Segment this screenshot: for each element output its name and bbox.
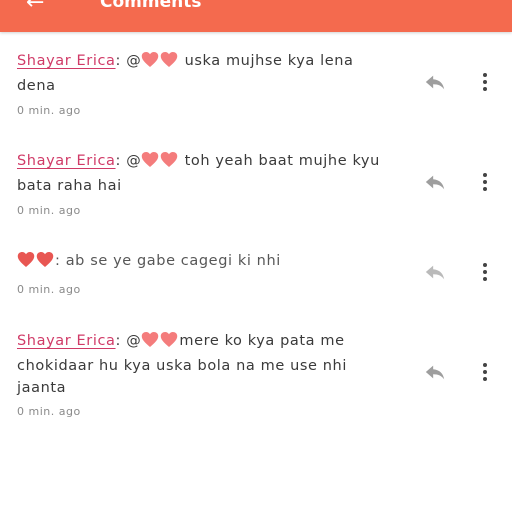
heart-icon [141, 51, 159, 68]
hearts-emoji [141, 151, 179, 175]
comment-timestamp: 0 min. ago [17, 405, 81, 418]
hearts-emoji [141, 331, 179, 355]
comment-author-link[interactable]: Shayar Erica [17, 53, 116, 69]
comment-author-link[interactable]: Shayar Erica [17, 153, 116, 169]
hearts-emoji [17, 251, 55, 275]
comment-text-block: Shayar Erica: @ uska mujhse kya lena den… [17, 50, 397, 97]
heart-icon [17, 251, 35, 268]
heart-icon [141, 331, 159, 348]
heart-icon [36, 251, 54, 268]
app-bar: ← Comments [0, 0, 512, 32]
comment-timestamp: 0 min. ago [17, 204, 81, 217]
hearts-emoji [141, 51, 179, 75]
reply-icon[interactable] [424, 72, 446, 92]
heart-icon [160, 151, 178, 168]
mention-symbol: @ [126, 153, 142, 169]
author-separator: : [115, 53, 122, 69]
reply-icon[interactable] [424, 172, 446, 192]
comment-timestamp: 0 min. ago [17, 283, 81, 296]
more-options-icon[interactable] [480, 173, 490, 195]
author-separator: : [115, 153, 122, 169]
heart-icon [160, 51, 178, 68]
more-options-icon[interactable] [480, 363, 490, 385]
reply-icon[interactable] [424, 262, 446, 282]
comment-text-block: Shayar Erica: @ toh yeah baat mujhe kyu … [17, 150, 397, 197]
arrow-left-icon[interactable]: ← [26, 0, 44, 15]
author-separator: : [115, 333, 122, 349]
comment-message: : ab se ye gabe cagegi ki nhi [55, 253, 281, 269]
reply-icon[interactable] [424, 362, 446, 382]
heart-icon [160, 331, 178, 348]
comment-text-block: : ab se ye gabe cagegi ki nhi [17, 250, 397, 275]
comment-text-block: Shayar Erica: @ mere ko kya pata me chok… [17, 330, 397, 399]
more-options-icon[interactable] [480, 73, 490, 95]
comment-timestamp: 0 min. ago [17, 104, 81, 117]
heart-icon [141, 151, 159, 168]
more-options-icon[interactable] [480, 263, 490, 285]
mention-symbol: @ [126, 53, 142, 69]
comment-author-link[interactable]: Shayar Erica [17, 333, 116, 349]
page-title: Comments [100, 0, 202, 12]
mention-symbol: @ [126, 333, 142, 349]
